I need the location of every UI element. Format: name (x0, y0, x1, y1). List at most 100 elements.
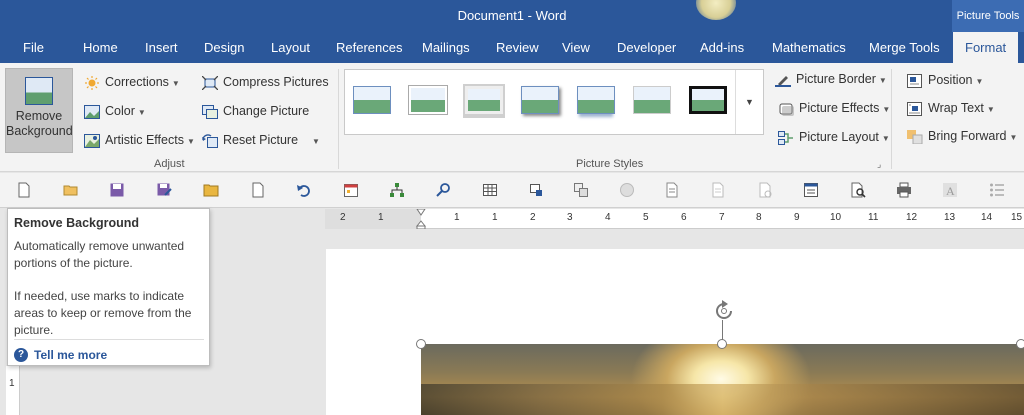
pen-border-icon (775, 72, 791, 87)
layout-icon[interactable] (529, 182, 545, 198)
position-label: Position (928, 73, 973, 87)
remove-background-button[interactable]: Remove Background (5, 68, 73, 153)
wrap-text-button[interactable]: Wrap Text ▼ (907, 97, 995, 119)
page-options-icon[interactable] (664, 182, 680, 198)
bring-forward-button[interactable]: Bring Forward ▼ (907, 125, 1017, 147)
open-folder-icon[interactable] (63, 182, 79, 198)
bring-forward-label: Bring Forward (928, 129, 1007, 143)
resize-handle-top-left[interactable] (416, 339, 426, 349)
picture-border-button[interactable]: Picture Border ▼ (775, 68, 887, 90)
calendar-icon[interactable] (343, 182, 359, 198)
help-icon[interactable]: ? (14, 348, 28, 362)
tooltip-title: Remove Background (14, 216, 140, 230)
circle-icon[interactable] (619, 182, 635, 198)
ruler-label: 4 (605, 212, 611, 223)
ribbon-tab-bar: File Home Insert Design Layout Reference… (0, 32, 1024, 63)
picture-style-4[interactable] (519, 84, 561, 118)
tab-mailings[interactable]: Mailings (422, 32, 470, 63)
reset-picture-button[interactable]: Reset Picture ▼ (202, 129, 320, 151)
artistic-effects-icon (84, 133, 100, 148)
picture-effects-button[interactable]: Picture Effects ▼ (778, 97, 890, 119)
new-document-icon[interactable] (16, 182, 32, 198)
tooltip-divider (14, 339, 204, 340)
chevron-down-icon: ▼ (878, 76, 887, 85)
font-icon[interactable]: A (942, 182, 958, 198)
tab-add-ins[interactable]: Add-ins (700, 32, 744, 63)
org-chart-icon[interactable] (389, 182, 405, 198)
list-icon[interactable] (989, 182, 1005, 198)
position-button[interactable]: Position ▼ (907, 69, 983, 91)
ruler-label: 3 (567, 212, 573, 223)
artistic-effects-button[interactable]: Artistic Effects ▼ (84, 129, 195, 151)
ruler-label: 1 (454, 212, 460, 223)
compress-pictures-button[interactable]: Compress Pictures (201, 71, 329, 93)
artistic-effects-label: Artistic Effects (105, 133, 184, 147)
ruler-label: 10 (830, 212, 842, 223)
picture-style-3[interactable] (463, 84, 505, 118)
table-icon[interactable] (482, 182, 498, 198)
ruler-label: 7 (719, 212, 725, 223)
picture-layout-button[interactable]: Picture Layout ▼ (778, 126, 890, 148)
rotate-handle-icon[interactable] (711, 298, 737, 324)
wrap-text-icon (907, 101, 923, 116)
ruler-label: 12 (906, 212, 918, 223)
tell-me-more-link[interactable]: Tell me more (34, 348, 107, 362)
picture-clouds (421, 384, 1024, 415)
picture-style-7[interactable] (687, 84, 729, 118)
tab-references[interactable]: References (336, 32, 402, 63)
tab-merge-tools[interactable]: Merge Tools (869, 32, 940, 63)
save-icon[interactable] (109, 182, 125, 198)
chevron-down-icon: ▼ (1009, 133, 1018, 142)
attachment-icon[interactable] (757, 182, 773, 198)
tab-format[interactable]: Format (953, 32, 1019, 63)
horizontal-ruler[interactable]: 2 1 1 1 2 3 4 5 6 7 8 9 10 11 12 13 14 1… (325, 209, 1024, 229)
color-button[interactable]: Color ▼ (84, 100, 146, 122)
change-picture-button[interactable]: Change Picture (202, 100, 309, 122)
tab-insert[interactable]: Insert (145, 32, 178, 63)
selected-picture[interactable] (421, 344, 1024, 415)
tab-mathematics[interactable]: Mathematics (772, 32, 846, 63)
picture-style-5[interactable] (575, 84, 617, 118)
undo-icon[interactable] (296, 182, 312, 198)
picture-style-1[interactable] (351, 84, 393, 118)
compress-icon (201, 75, 219, 91)
page-icon[interactable] (710, 182, 726, 198)
tab-view[interactable]: View (562, 32, 590, 63)
picture-style-2[interactable] (407, 84, 449, 118)
ruler-label: 11 (868, 212, 879, 223)
change-picture-icon (202, 104, 218, 119)
dialog-launcher-icon[interactable]: ⌟ (877, 159, 881, 170)
compress-pictures-label: Compress Pictures (223, 75, 329, 89)
tab-review[interactable]: Review (496, 32, 539, 63)
corrections-label: Corrections (105, 75, 169, 89)
gallery-more-button[interactable]: ▼ (735, 70, 763, 134)
resize-handle-top-right[interactable] (1016, 339, 1024, 349)
folder-icon[interactable] (203, 182, 219, 198)
shapes-icon[interactable] (573, 182, 589, 198)
remove-background-icon (25, 77, 53, 105)
tooltip-hint: If needed, use marks to indicate areas t… (14, 289, 192, 337)
tab-home[interactable]: Home (83, 32, 118, 63)
chevron-down-icon: ▼ (186, 137, 195, 146)
vertical-ruler-label: 1 (9, 378, 15, 389)
indent-marker-icon[interactable] (416, 209, 426, 229)
corrections-button[interactable]: Corrections ▼ (84, 71, 180, 93)
columns-icon[interactable] (803, 182, 819, 198)
print-icon[interactable] (896, 182, 912, 198)
print-preview-icon[interactable] (850, 182, 866, 198)
tab-design[interactable]: Design (204, 32, 244, 63)
tab-file[interactable]: File (23, 32, 44, 63)
blank-page-icon[interactable] (250, 182, 266, 198)
save-as-icon[interactable] (156, 182, 172, 198)
ruler-label: 2 (340, 212, 346, 223)
picture-style-6[interactable] (631, 84, 673, 118)
adjust-group-label: Adjust (154, 158, 185, 170)
find-icon[interactable] (436, 182, 452, 198)
tab-layout[interactable]: Layout (271, 32, 310, 63)
vertical-ruler[interactable]: 1 (6, 366, 20, 415)
resize-handle-top-center[interactable] (717, 339, 727, 349)
bring-forward-icon (907, 129, 923, 145)
chevron-down-icon: ▼ (312, 137, 320, 146)
tab-developer[interactable]: Developer (617, 32, 676, 63)
group-divider (891, 69, 892, 169)
